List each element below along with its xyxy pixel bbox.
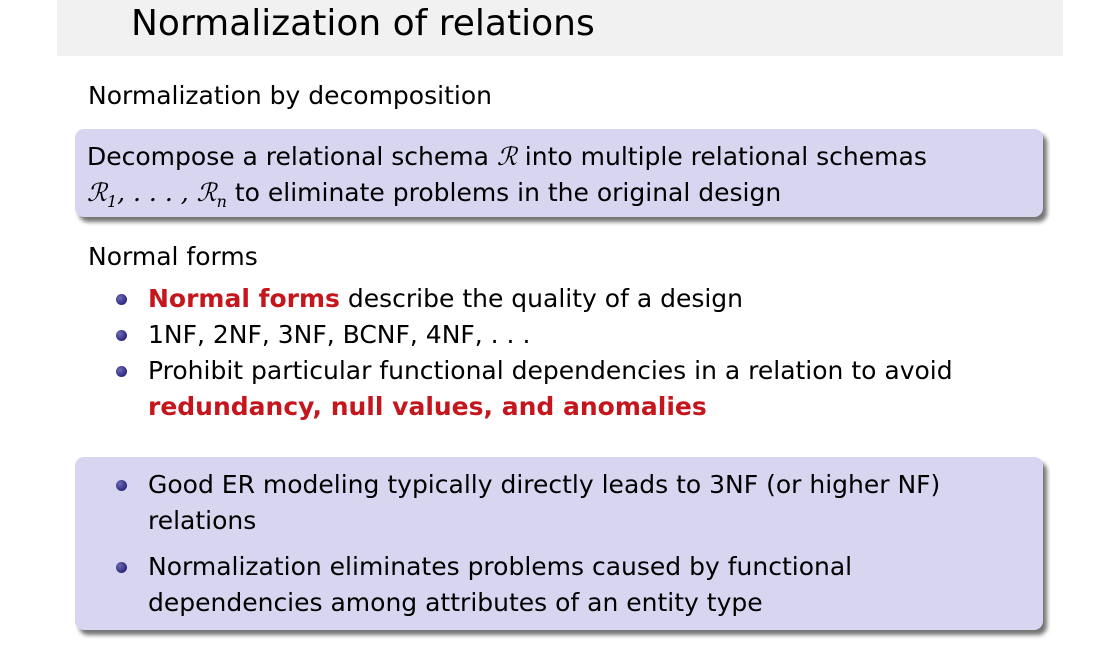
list-item: 1NF, 2NF, 3NF, BCNF, 4NF, . . .	[116, 317, 1016, 353]
math-Rn: ℛ	[196, 178, 217, 207]
math-sub-1: 1	[106, 192, 118, 211]
item-text: Prohibit particular functional dependenc…	[148, 356, 953, 385]
bullet-icon	[116, 366, 127, 377]
note-block: Good ER modeling typically directly lead…	[75, 457, 1043, 630]
item-text: describe the quality of a design	[339, 284, 744, 313]
bullet-icon	[116, 480, 127, 491]
list-item: Normal forms describe the quality of a d…	[116, 281, 1016, 317]
bullet-icon	[116, 294, 127, 305]
list-item: Prohibit particular functional dependenc…	[116, 353, 1016, 425]
math-sub-n: n	[216, 192, 227, 211]
section-heading-normal-forms: Normal forms	[88, 242, 258, 271]
definition-text-c: to eliminate problems in the original de…	[226, 178, 782, 207]
math-R1-Rn: ℛ1, . . . , ℛn	[87, 178, 227, 211]
list-item: Good ER modeling typically directly lead…	[116, 467, 1016, 539]
list-item: Normalization eliminates problems caused…	[116, 549, 1016, 621]
note-list: Good ER modeling typically directly lead…	[116, 467, 1016, 621]
math-R: ℛ	[496, 142, 517, 171]
highlight-normal-forms: Normal forms	[148, 284, 340, 313]
section-heading-decomposition: Normalization by decomposition	[88, 81, 492, 110]
item-text: 1NF, 2NF, 3NF, BCNF, 4NF, . . .	[148, 320, 531, 349]
item-text: Normalization eliminates problems caused…	[148, 552, 853, 617]
math-ellipsis: , . . . ,	[117, 178, 197, 207]
bullet-icon	[116, 562, 127, 573]
definition-block: Decompose a relational schema ℛ into mul…	[75, 129, 1043, 217]
definition-text-b: into multiple relational schemas	[516, 142, 927, 171]
definition-line-1: Decompose a relational schema ℛ into mul…	[87, 139, 927, 175]
math-R1: ℛ	[87, 178, 107, 207]
normal-forms-list: Normal forms describe the quality of a d…	[116, 281, 1016, 425]
item-text: Good ER modeling typically directly lead…	[148, 470, 941, 535]
definition-line-2: ℛ1, . . . , ℛn to eliminate problems in …	[87, 175, 781, 220]
page-title: Normalization of relations	[131, 3, 595, 44]
bullet-icon	[116, 330, 127, 341]
definition-text-a: Decompose a relational schema	[87, 142, 497, 171]
highlight-problems: redundancy, null values, and anomalies	[148, 392, 707, 421]
